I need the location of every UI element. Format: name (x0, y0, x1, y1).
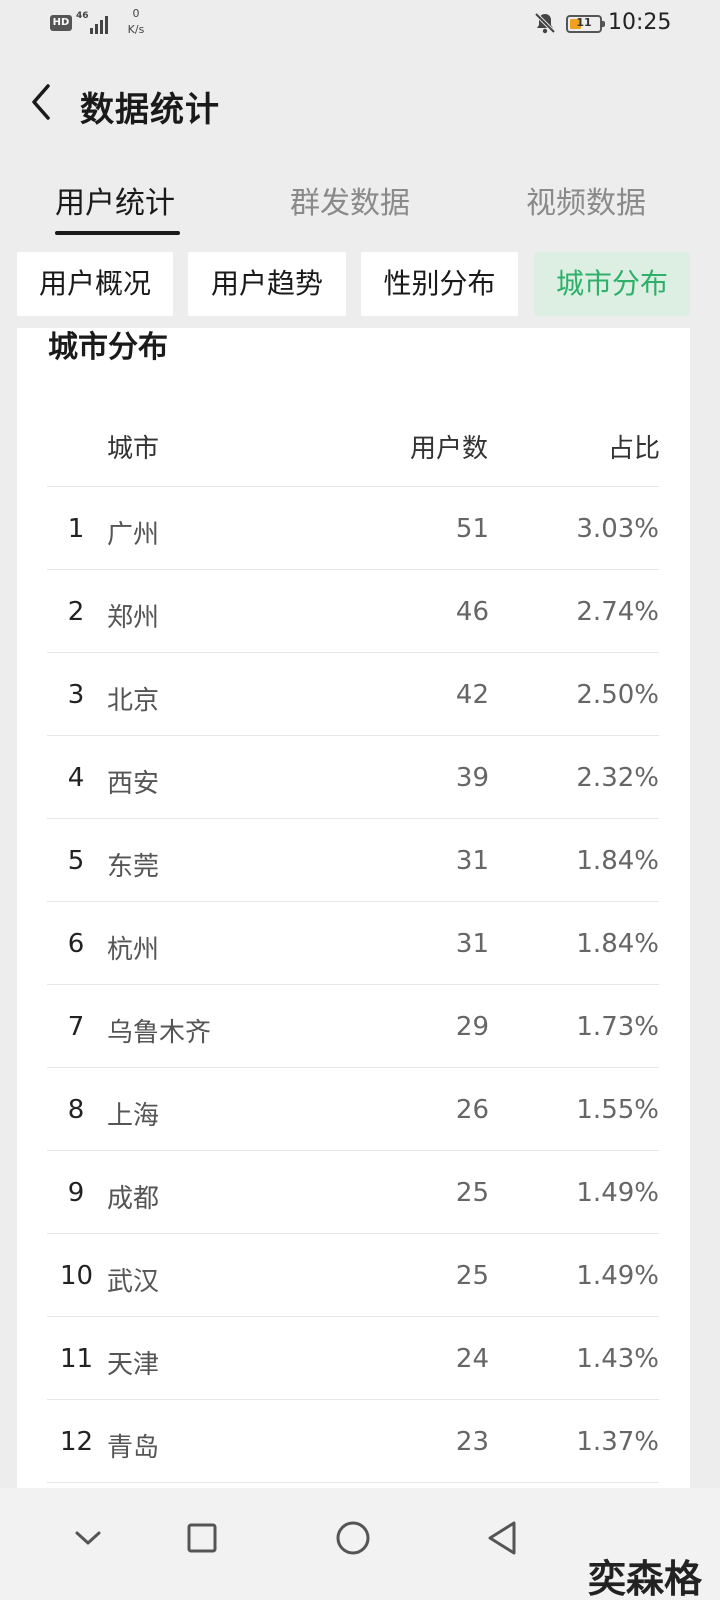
city-cell: 武汉 (107, 1267, 160, 1297)
subtab-user-trend[interactable]: 用户趋势 (188, 252, 346, 316)
rank-cell: 1 (67, 514, 85, 544)
users-cell: 24 (455, 1344, 489, 1374)
city-cell: 上海 (107, 1101, 160, 1131)
row-divider (47, 1482, 659, 1483)
users-cell: 25 (455, 1178, 489, 1208)
city-cell: 杭州 (107, 935, 160, 965)
ratio-cell: 1.43% (576, 1344, 659, 1374)
watermark-logo: 奕森格 (588, 1557, 703, 1600)
subtab-city-distribution[interactable]: 城市分布 (534, 252, 690, 316)
city-cell: 东莞 (107, 852, 160, 882)
table-row: 3 北京 42 2.50% (0, 653, 720, 736)
status-bar: HD 46 0 K/s 11 10:25 (0, 0, 720, 56)
network-type: 46 (76, 11, 89, 21)
users-cell: 26 (455, 1095, 489, 1125)
city-cell: 广州 (107, 520, 160, 550)
column-header-users: 用户数 (410, 434, 489, 464)
ratio-cell: 2.74% (576, 597, 659, 627)
circle-icon[interactable] (323, 1508, 383, 1568)
table-row: 11 天津 24 1.43% (0, 1317, 720, 1400)
city-cell: 天津 (107, 1350, 160, 1380)
net-speed-unit: K/s (127, 23, 145, 36)
ratio-cell: 1.84% (576, 929, 659, 959)
rank-cell: 11 (60, 1344, 94, 1374)
ratio-cell: 1.37% (576, 1427, 659, 1457)
ratio-cell: 1.55% (576, 1095, 659, 1125)
battery-icon: 11 (566, 15, 605, 33)
battery-level: 11 (576, 16, 592, 29)
users-cell: 51 (455, 514, 489, 544)
users-cell: 46 (455, 597, 489, 627)
subtab-gender-distribution[interactable]: 性别分布 (361, 252, 518, 316)
city-cell: 乌鲁木齐 (107, 1018, 212, 1048)
ratio-cell: 3.03% (576, 514, 659, 544)
back-button[interactable] (24, 80, 64, 124)
ratio-cell: 1.49% (576, 1261, 659, 1291)
table-row: 10 武汉 25 1.49% (0, 1234, 720, 1317)
rank-cell: 3 (67, 680, 85, 710)
ratio-cell: 1.49% (576, 1178, 659, 1208)
table-row: 12 青岛 23 1.37% (0, 1400, 720, 1483)
net-speed-value: 0 (132, 7, 140, 20)
rank-cell: 8 (67, 1095, 85, 1125)
users-cell: 31 (455, 929, 489, 959)
users-cell: 29 (455, 1012, 489, 1042)
users-cell: 31 (455, 846, 489, 876)
column-header-ratio: 占比 (608, 434, 661, 464)
triangle-left-icon[interactable] (472, 1508, 532, 1568)
table-row: 6 杭州 31 1.84% (0, 902, 720, 985)
column-header-city: 城市 (107, 434, 160, 464)
city-cell: 北京 (107, 686, 160, 716)
city-cell: 西安 (107, 769, 160, 799)
square-icon[interactable] (172, 1508, 232, 1568)
chevron-down-icon[interactable] (58, 1508, 118, 1568)
table-row: 5 东莞 31 1.84% (0, 819, 720, 902)
signal-icon (90, 14, 114, 34)
ratio-cell: 2.32% (576, 763, 659, 793)
table-row: 1 广州 51 3.03% (0, 487, 720, 570)
users-cell: 25 (455, 1261, 489, 1291)
users-cell: 23 (455, 1427, 489, 1457)
city-cell: 青岛 (107, 1433, 160, 1463)
rank-cell: 6 (67, 929, 85, 959)
clock: 10:25 (608, 10, 672, 35)
rank-cell: 7 (67, 1012, 85, 1042)
table-row: 4 西安 39 2.32% (0, 736, 720, 819)
section-title: 城市分布 (48, 330, 168, 365)
ratio-cell: 1.73% (576, 1012, 659, 1042)
table-row: 7 乌鲁木齐 29 1.73% (0, 985, 720, 1068)
users-cell: 39 (455, 763, 489, 793)
rank-cell: 9 (67, 1178, 85, 1208)
tab-video-data[interactable]: 视频数据 (526, 178, 646, 222)
ratio-cell: 2.50% (576, 680, 659, 710)
rank-cell: 4 (67, 763, 85, 793)
hd-badge: HD (50, 15, 72, 31)
table-row: 8 上海 26 1.55% (0, 1068, 720, 1151)
table-row: 2 郑州 46 2.74% (0, 570, 720, 653)
rank-cell: 12 (60, 1427, 94, 1457)
table-row: 9 成都 25 1.49% (0, 1151, 720, 1234)
page-title: 数据统计 (80, 90, 220, 130)
rank-cell: 5 (67, 846, 85, 876)
rank-cell: 2 (67, 597, 85, 627)
city-cell: 成都 (107, 1184, 160, 1214)
users-cell: 42 (455, 680, 489, 710)
rank-cell: 10 (60, 1261, 94, 1291)
active-tab-indicator (55, 231, 180, 235)
ratio-cell: 1.84% (576, 846, 659, 876)
subtab-user-overview[interactable]: 用户概况 (17, 252, 173, 316)
tab-user-stats[interactable]: 用户统计 (55, 178, 175, 222)
net-speed: 0 K/s (124, 6, 148, 38)
city-cell: 郑州 (107, 603, 160, 633)
tab-broadcast-data[interactable]: 群发数据 (290, 178, 410, 222)
bell-off-icon (534, 12, 556, 34)
